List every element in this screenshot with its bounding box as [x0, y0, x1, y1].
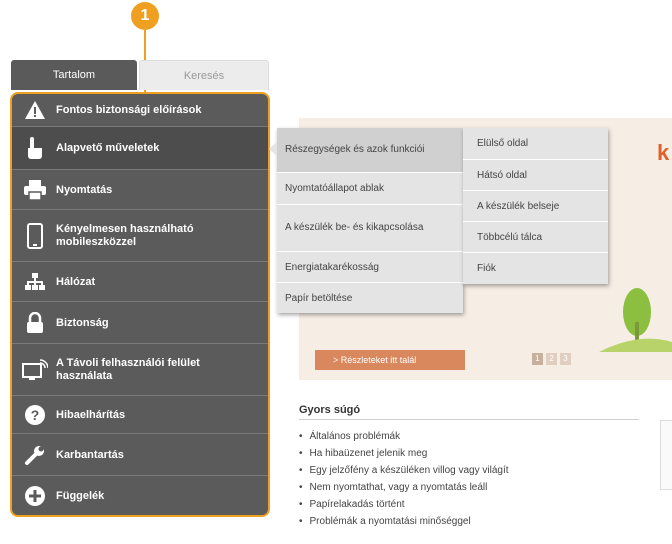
submenu-item-components[interactable]: Részegységek és azok funkciói: [277, 128, 463, 173]
quick-help-link[interactable]: Ha hibaüzenet jelenik meg: [299, 445, 509, 462]
sidebar-item-label: Nyomtatás: [56, 183, 113, 196]
quick-help-title: Gyors súgó: [299, 404, 361, 416]
warning-icon: [22, 97, 48, 123]
submenu2-item-front-side[interactable]: Elülső oldal: [463, 128, 608, 160]
svg-text:?: ?: [31, 407, 40, 423]
submenu-components: Elülső oldal Hátsó oldal A készülék bels…: [463, 128, 608, 284]
quick-help-link[interactable]: Általános problémák: [299, 428, 509, 445]
sidebar-item-label: Fontos biztonsági előírások: [56, 104, 202, 116]
banner-top-strip: [299, 92, 672, 118]
submenu-basic-operations: Részegységek és azok funkciói Nyomtatóál…: [269, 128, 463, 313]
plus-icon: [22, 483, 48, 509]
sidebar-item-safety[interactable]: Fontos biztonsági előírások: [12, 94, 268, 127]
submenu2-item-back-side[interactable]: Hátsó oldal: [463, 160, 608, 191]
quick-help-link[interactable]: Problémák a nyomtatási minőséggel: [299, 513, 509, 530]
banner-page-1[interactable]: 1: [532, 353, 543, 365]
sidebar-item-label: Kényelmesen használható mobileszközzel: [56, 222, 194, 248]
sidebar-item-label: Függelék: [56, 489, 105, 502]
submenu-item-energy-saving[interactable]: Energiatakarékosság: [277, 252, 463, 283]
hand-pointer-icon: [22, 135, 48, 161]
submenu-item-printer-status[interactable]: Nyomtatóállapot ablak: [277, 173, 463, 205]
sidebar-item-label: Biztonság: [56, 316, 109, 329]
network-icon: [22, 269, 48, 295]
sidebar-item-network[interactable]: Hálózat: [12, 262, 268, 302]
banner-letter-fragment: k: [657, 140, 670, 165]
tab-contents[interactable]: Tartalom: [11, 60, 137, 90]
sidebar-item-label: A Távoli felhasználói felület használata: [56, 356, 200, 382]
sidebar-item-label: Alapvető műveletek: [56, 142, 160, 154]
sidebar-navigation: Fontos biztonsági előírások Alapvető műv…: [10, 92, 270, 517]
right-info-box: [660, 420, 672, 490]
printer-icon: [22, 177, 48, 203]
wrench-icon: [22, 442, 48, 468]
sidebar-item-security[interactable]: Biztonság: [12, 302, 268, 344]
quick-help-list: Általános problémák Ha hibaüzenet jeleni…: [299, 428, 509, 530]
submenu-item-paper-loading[interactable]: Papír betöltése: [277, 283, 463, 313]
banner-page-2[interactable]: 2: [546, 353, 557, 365]
sidebar-item-maintenance[interactable]: Karbantartás: [12, 434, 268, 476]
sidebar-item-printing[interactable]: Nyomtatás: [12, 170, 268, 210]
tree-illustration: [599, 288, 672, 352]
quick-help-link[interactable]: Nem nyomtathat, vagy a nyomtatás leáll: [299, 479, 509, 496]
quick-help-link[interactable]: Egy jelzőfény a készüléken villog vagy v…: [299, 462, 509, 479]
sidebar-item-mobile[interactable]: Kényelmesen használható mobileszközzel: [12, 210, 268, 262]
sidebar-item-troubleshooting[interactable]: ? Hibaelhárítás: [12, 396, 268, 434]
remote-ui-icon: [22, 357, 48, 383]
sidebar-item-appendix[interactable]: Függelék: [12, 476, 268, 515]
submenu2-item-drawer[interactable]: Fiók: [463, 253, 608, 284]
quick-help-link[interactable]: Papírelakadás történt: [299, 496, 509, 513]
submenu2-item-interior[interactable]: A készülék belseje: [463, 191, 608, 222]
submenu-pointer: [269, 142, 277, 156]
sidebar-item-label: Hálózat: [56, 275, 96, 288]
details-button[interactable]: > Részleteket itt talál: [315, 350, 465, 370]
sidebar-item-label: Hibaelhárítás: [56, 408, 126, 421]
sidebar-item-remote-ui[interactable]: A Távoli felhasználói felület használata: [12, 344, 268, 396]
tab-search[interactable]: Keresés: [139, 60, 269, 90]
sidebar-item-label: Karbantartás: [56, 448, 124, 461]
callout-number: 1: [131, 2, 159, 30]
banner-page-3[interactable]: 3: [560, 353, 571, 365]
mobile-device-icon: [22, 222, 48, 249]
submenu2-item-multipurpose-tray[interactable]: Többcélú tálca: [463, 222, 608, 253]
sidebar-item-basic-operations[interactable]: Alapvető műveletek: [12, 127, 268, 170]
lock-icon: [22, 310, 48, 336]
submenu-item-power[interactable]: A készülék be- és kikapcsolása: [277, 205, 463, 252]
question-icon: ?: [22, 402, 48, 428]
quick-help-divider: [299, 419, 639, 420]
